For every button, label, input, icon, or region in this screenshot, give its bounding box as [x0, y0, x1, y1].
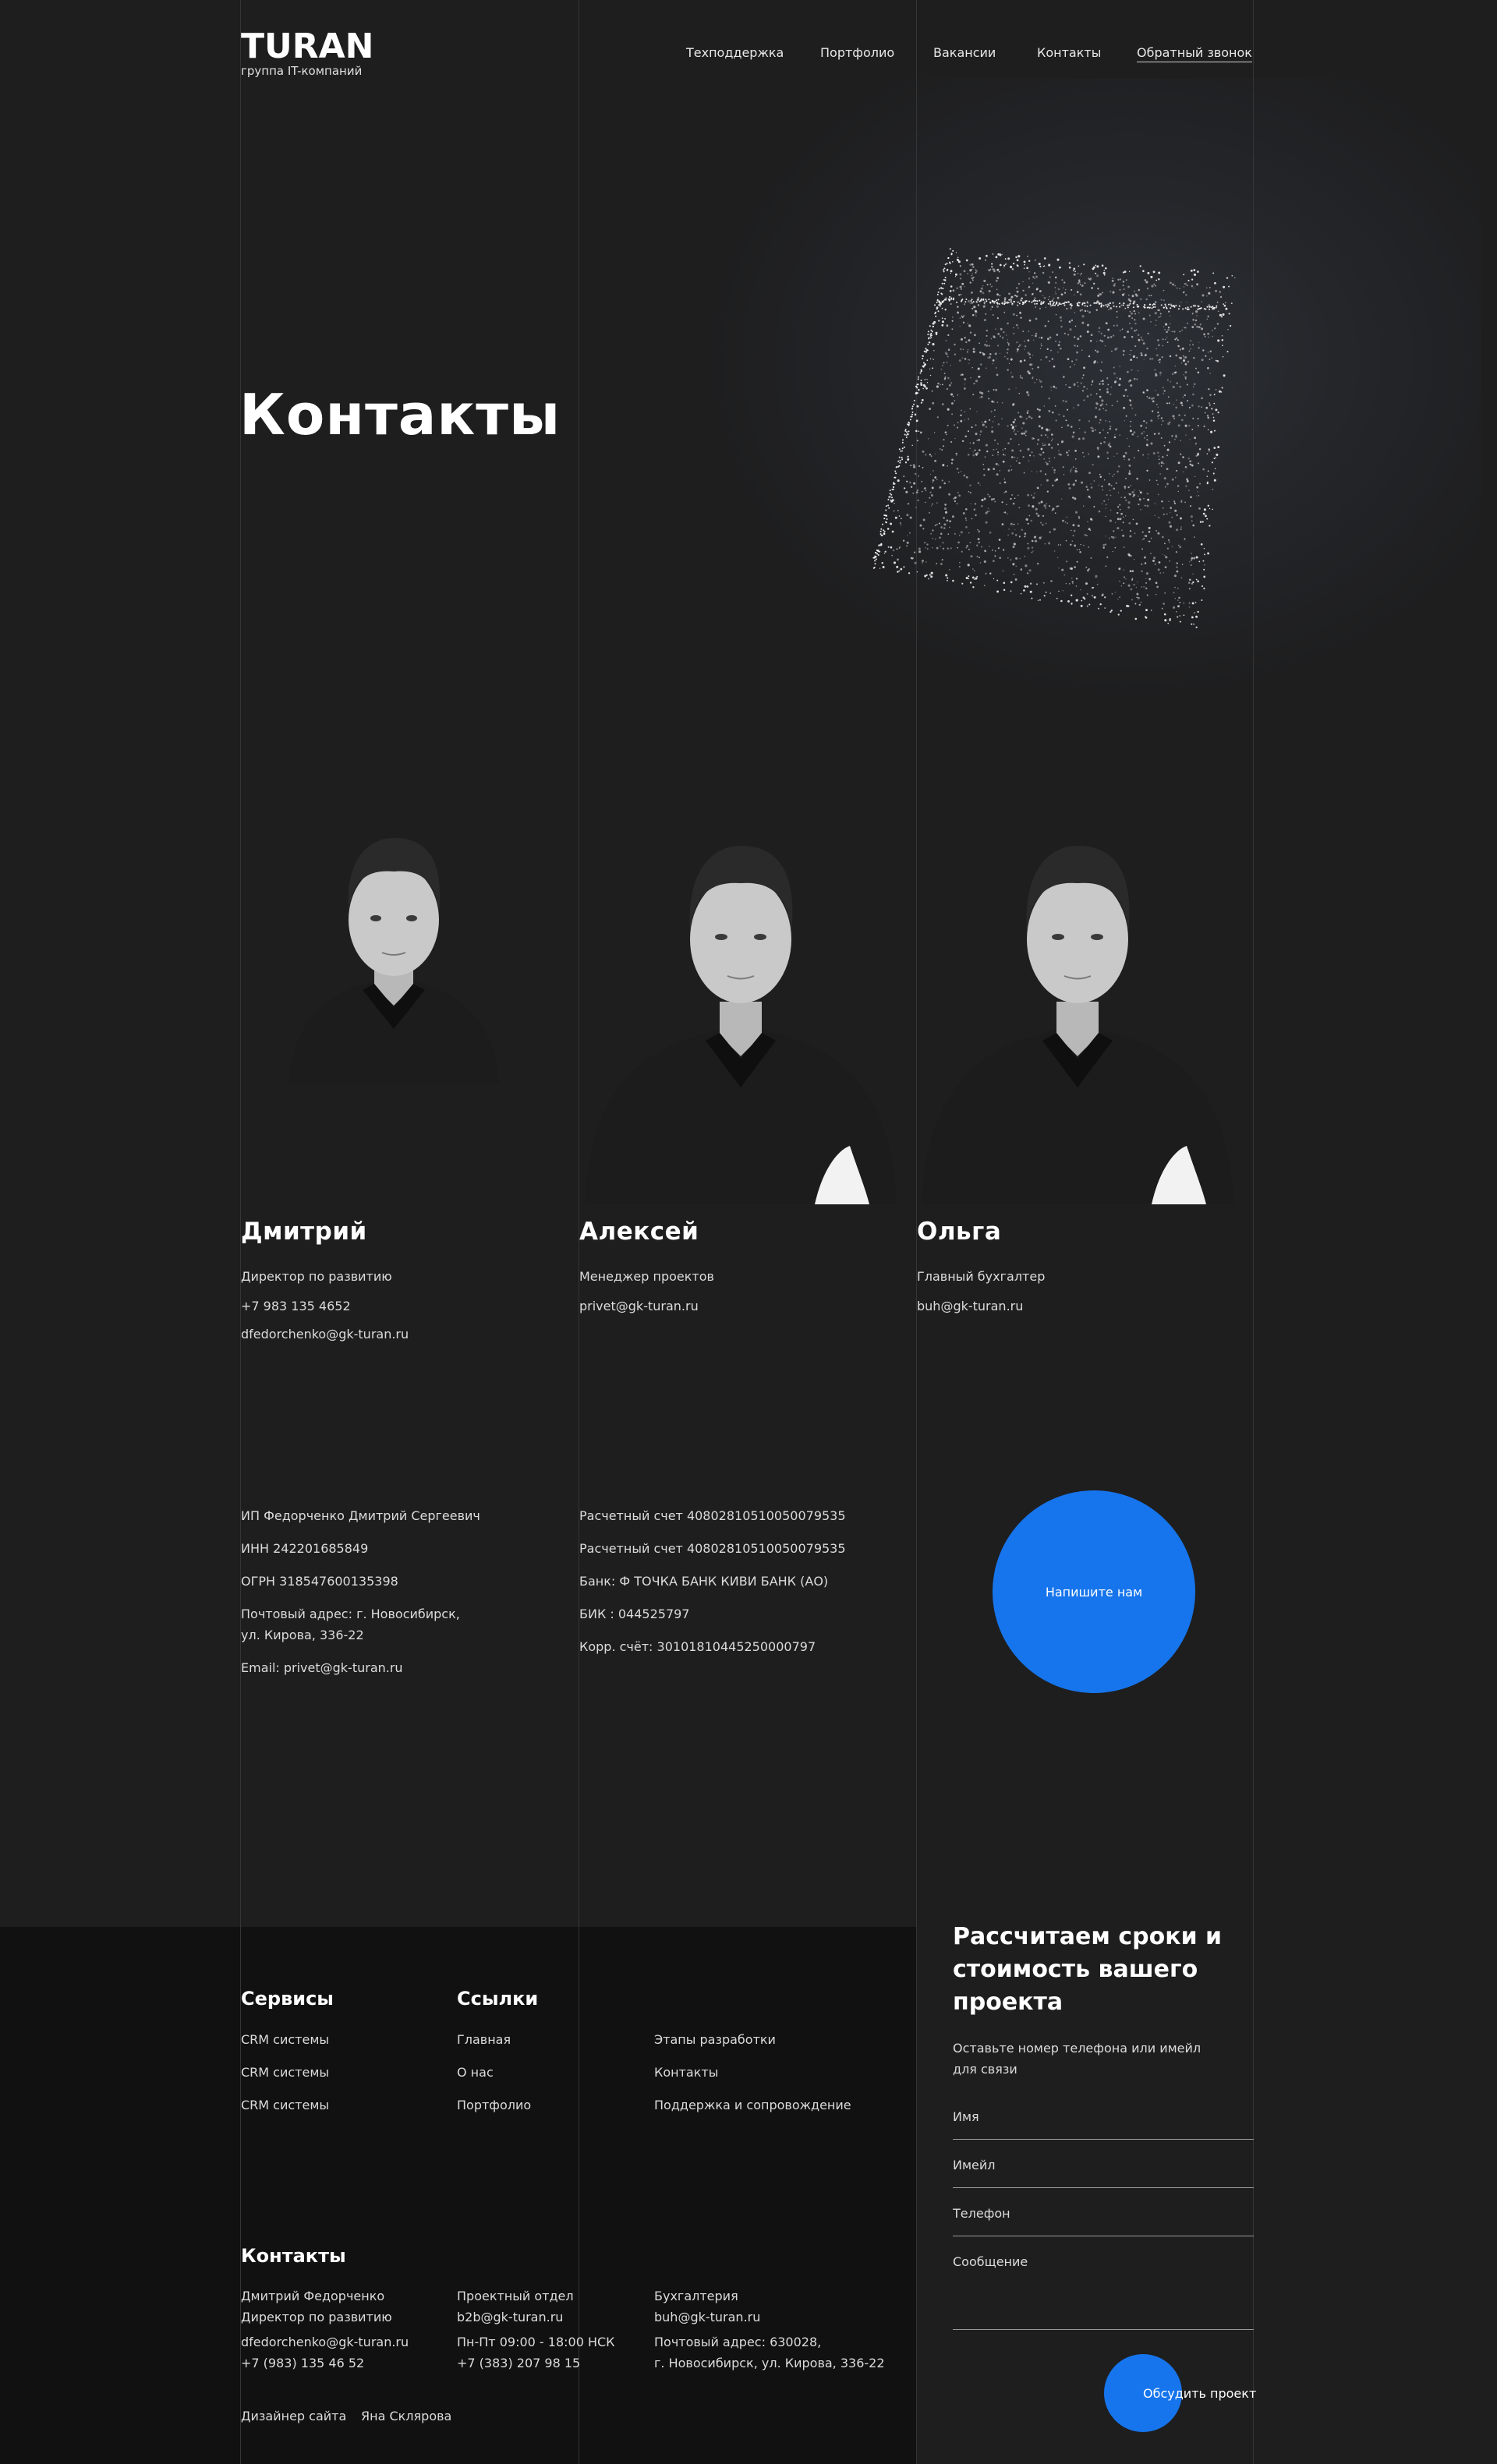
nav-portfolio[interactable]: Портфолио [820, 45, 894, 60]
callback-link[interactable]: Обратный звонок [1137, 45, 1252, 62]
footer-link-home[interactable]: Главная [457, 2032, 511, 2047]
person-role: Главный бухгалтер [917, 1269, 1046, 1284]
phone-field[interactable] [953, 2206, 1254, 2236]
footer-link-about[interactable]: О нас [457, 2065, 494, 2080]
page-title: Контакты [239, 382, 561, 447]
email-field[interactable] [953, 2158, 1254, 2188]
photo-olga [918, 803, 1237, 1204]
write-us-button[interactable]: Напишите нам [993, 1490, 1195, 1693]
email-input[interactable] [953, 2158, 1254, 2172]
footer-services-title: Сервисы [241, 1988, 334, 2010]
footer-service-link[interactable]: CRM системы [241, 2098, 329, 2112]
bank-account: Расчетный счет 40802810510050079535 [579, 1541, 846, 1556]
person-email[interactable]: dfedorchenko@gk-turan.ru [241, 1327, 409, 1342]
footer-contact-phone[interactable]: +7 (983) 135 46 52 [241, 2353, 364, 2374]
photo-aleksey [581, 803, 901, 1204]
footer-contacts-title: Контакты [241, 2245, 346, 2267]
particle-cube-icon [858, 234, 1248, 639]
footer-work-hours: Пн-Пт 09:00 - 18:00 НСК [457, 2335, 615, 2349]
company-inn: ИНН 242201685849 [241, 1541, 369, 1556]
person-email[interactable]: privet@gk-turan.ru [579, 1299, 699, 1313]
designer-label: Дизайнер сайта [241, 2409, 347, 2423]
bank-name: Банк: Ф ТОЧКА БАНК КИВИ БАНК (АО) [579, 1574, 829, 1589]
name-input[interactable] [953, 2109, 1254, 2124]
nav-vacancies[interactable]: Вакансии [933, 45, 996, 60]
name-field[interactable] [953, 2109, 1254, 2140]
person-role: Директор по развитию [241, 1269, 392, 1284]
footer-service-link[interactable]: CRM системы [241, 2065, 329, 2080]
company-owner: ИП Федорченко Дмитрий Сергеевич [241, 1508, 480, 1523]
site-header: TURAN группа IT-компаний Техподдержка По… [0, 0, 1497, 94]
nav-support[interactable]: Техподдержка [686, 45, 784, 60]
footer-link-support[interactable]: Поддержка и сопровождение [654, 2098, 851, 2112]
person-name: Дмитрий [241, 1218, 367, 1246]
footer-service-link[interactable]: CRM системы [241, 2032, 329, 2047]
message-field[interactable] [953, 2254, 1254, 2330]
footer-accounting: Бухгалтерия [654, 2289, 738, 2303]
person-name: Алексей [579, 1218, 699, 1246]
designer-name[interactable]: Яна Склярова [361, 2406, 451, 2427]
company-address: Почтовый адрес: г. Новосибирск, [241, 1607, 460, 1621]
submit-button-label[interactable]: Обсудить проект [1143, 2386, 1256, 2401]
footer-project-email[interactable]: b2b@gk-turan.ru [457, 2307, 563, 2328]
footer-contact-name: Дмитрий Федорченко [241, 2289, 385, 2303]
company-ogrn: ОГРН 318547600135398 [241, 1574, 398, 1589]
nav-contacts[interactable]: Контакты [1037, 45, 1101, 60]
footer-contact-role: Директор по развитию [241, 2310, 392, 2324]
footer-link-contacts[interactable]: Контакты [654, 2065, 718, 2080]
logo-subtitle: группа IT-компаний [241, 64, 363, 78]
person-email[interactable]: buh@gk-turan.ru [917, 1299, 1023, 1313]
footer-link-portfolio[interactable]: Портфолио [457, 2098, 531, 2112]
logo-title: TURAN [241, 27, 374, 66]
form-title: Рассчитаем сроки и стоимость вашего прое… [953, 1923, 1223, 2016]
footer-project-dept: Проектный отдел [457, 2289, 574, 2303]
form-subtitle: Оставьте номер телефона или имейл для св… [953, 2041, 1201, 2077]
footer-link-stages[interactable]: Этапы разработки [654, 2032, 776, 2047]
footer-accounting-email[interactable]: buh@gk-turan.ru [654, 2307, 760, 2328]
bank-bik: БИК : 044525797 [579, 1607, 690, 1621]
bank-corr-account: Корр. счёт: 30101810445250000797 [579, 1639, 816, 1654]
footer-links-title: Ссылки [457, 1988, 539, 2010]
phone-input[interactable] [953, 2206, 1254, 2221]
logo[interactable]: TURAN группа IT-компаний [241, 27, 374, 79]
footer-postal-address: Почтовый адрес: 630028, [654, 2335, 822, 2349]
footer-postal-address-line2: г. Новосибирск, ул. Кирова, 336-22 [654, 2356, 885, 2370]
message-input[interactable] [953, 2254, 1254, 2314]
person-name: Ольга [917, 1218, 1002, 1246]
photo-dmitriy [257, 803, 530, 1084]
footer-contact-email[interactable]: dfedorchenko@gk-turan.ru [241, 2331, 409, 2353]
footer-project-phone[interactable]: +7 (383) 207 98 15 [457, 2353, 580, 2374]
bank-account: Расчетный счет 40802810510050079535 [579, 1508, 846, 1523]
company-email[interactable]: Email: privet@gk-turan.ru [241, 1658, 403, 1678]
company-address-line2: ул. Кирова, 336-22 [241, 1628, 364, 1642]
person-role: Менеджер проектов [579, 1269, 714, 1284]
grid-line [1253, 0, 1254, 2464]
person-phone[interactable]: +7 983 135 4652 [241, 1299, 351, 1313]
